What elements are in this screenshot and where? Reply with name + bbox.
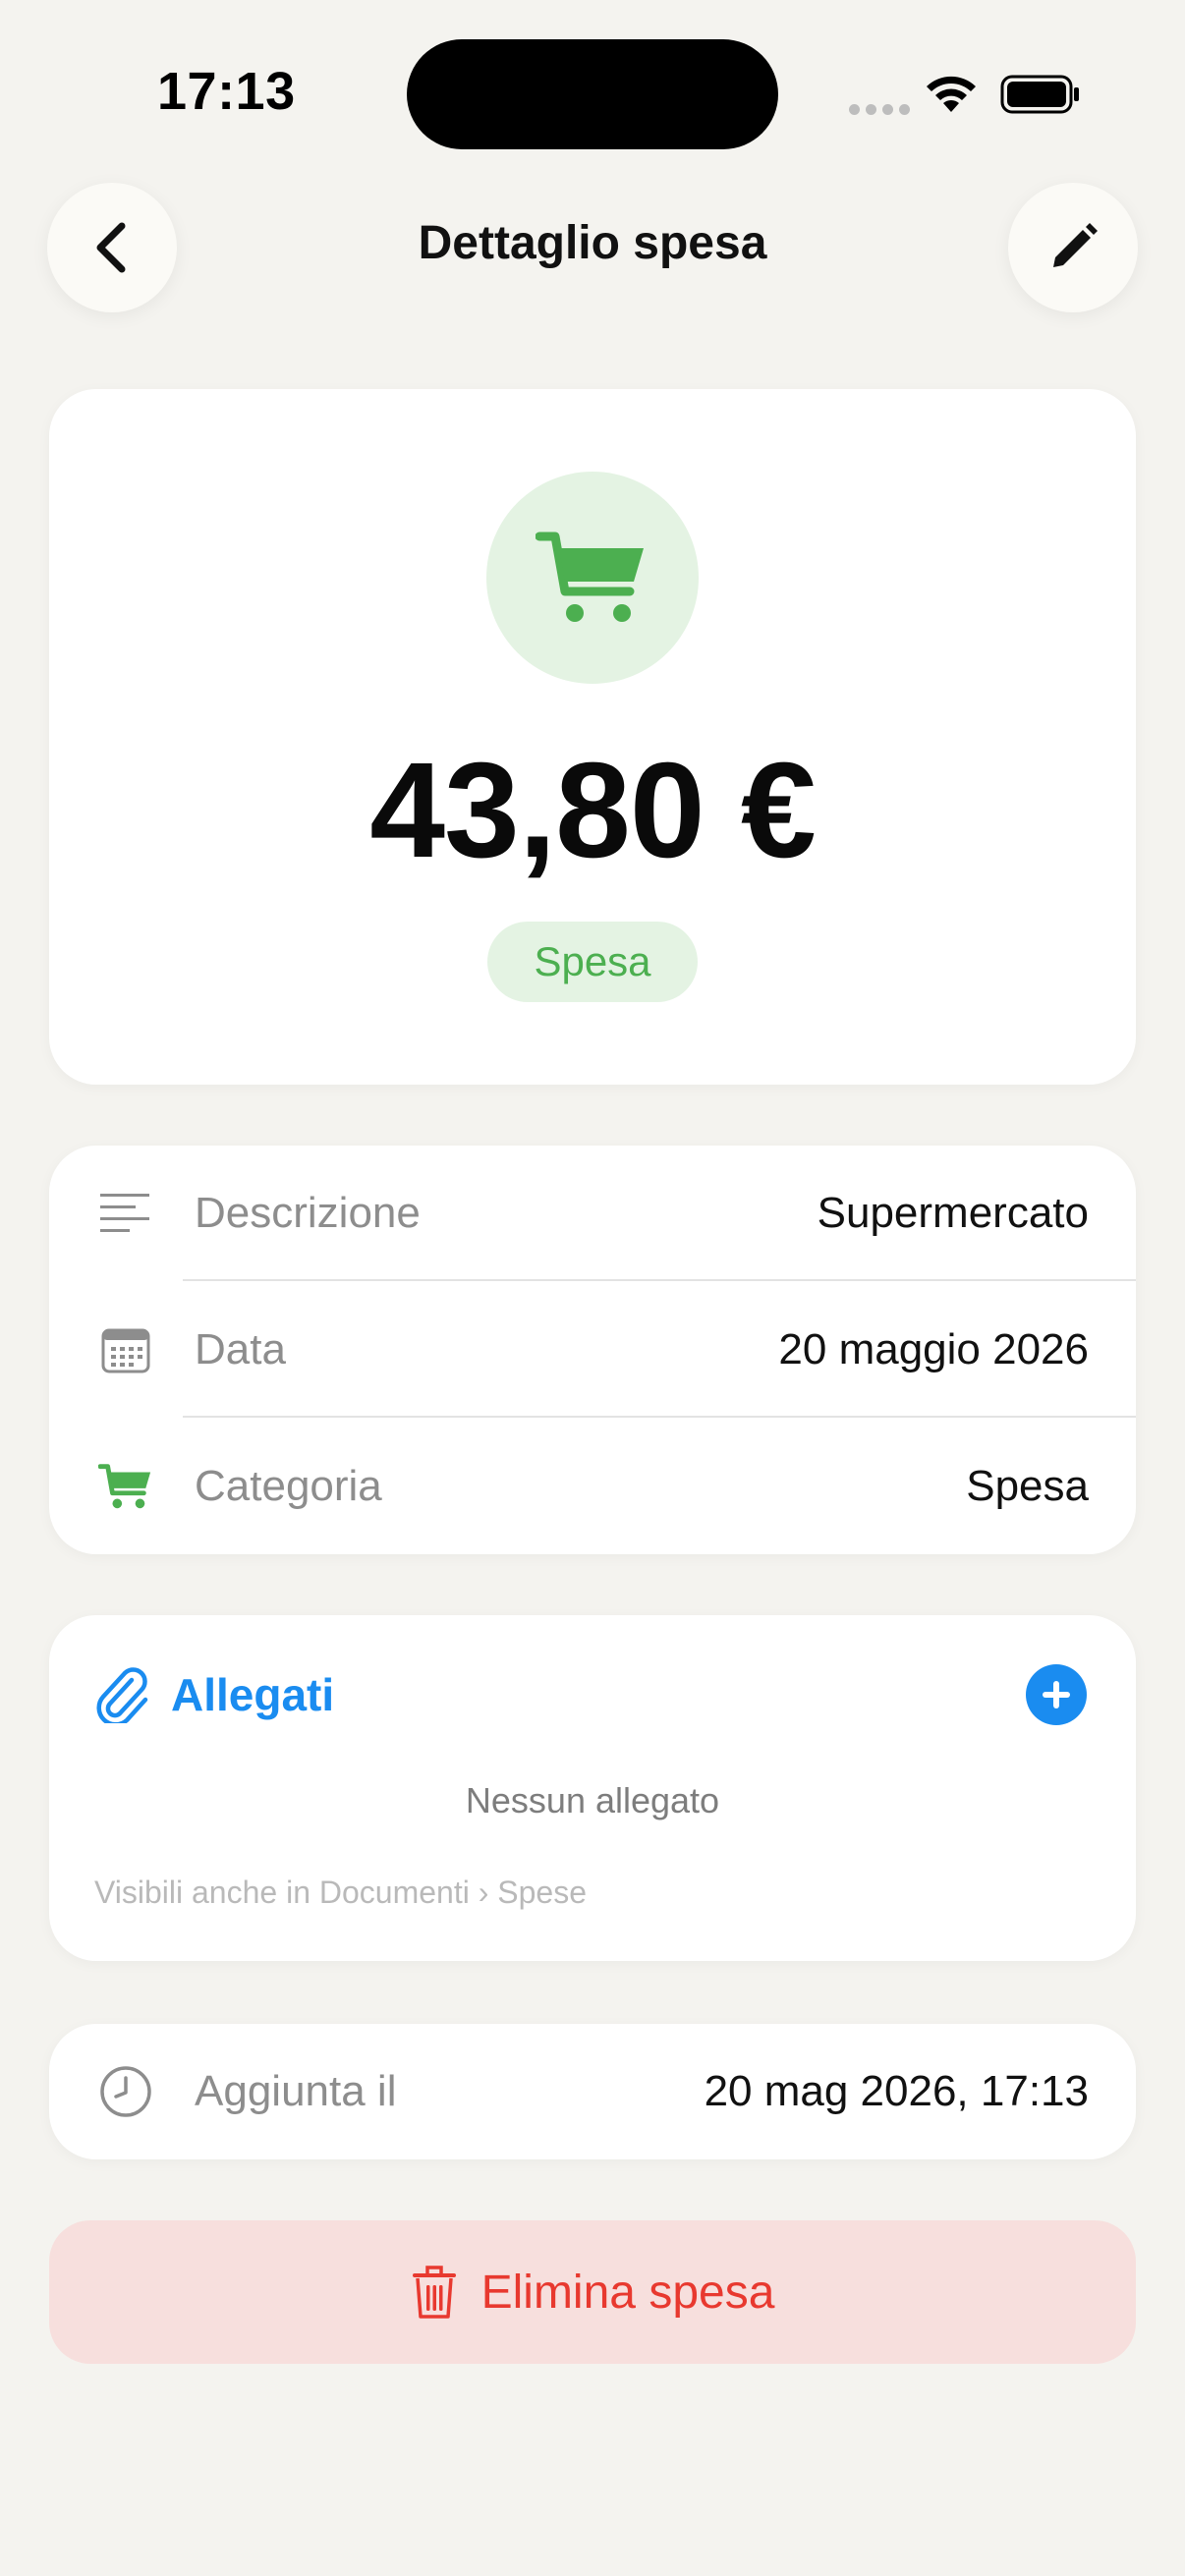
added-on-value: 20 mag 2026, 17:13 (704, 2067, 1089, 2115)
row-divider (183, 1416, 1136, 1418)
status-time: 17:13 (157, 62, 296, 121)
amount-value: 43,80 € (369, 735, 816, 886)
date-value: 20 maggio 2026 (778, 1325, 1089, 1373)
trash-icon (412, 2266, 456, 2319)
category-label: Categoria (195, 1462, 382, 1510)
description-row: Descrizione Supermercato (49, 1146, 1136, 1281)
edit-button[interactable] (1008, 183, 1138, 312)
amount-card: 43,80 € Spesa (49, 389, 1136, 1085)
battery-icon (1000, 75, 1079, 114)
dynamic-island (407, 39, 778, 149)
description-label: Descrizione (195, 1189, 421, 1237)
category-icon-badge (486, 472, 699, 684)
add-attachment-button[interactable] (1026, 1664, 1087, 1725)
details-card: Descrizione Supermercato Data 20 maggio … (49, 1146, 1136, 1554)
added-on-label: Aggiunta il (195, 2067, 397, 2115)
plus-icon (1043, 1681, 1070, 1708)
paperclip-icon (96, 1667, 148, 1723)
pencil-icon (1053, 223, 1098, 267)
delete-expense-button[interactable]: Elimina spesa (49, 2220, 1136, 2364)
category-row: Categoria Spesa (49, 1419, 1136, 1554)
added-on-card: Aggiunta il 20 mag 2026, 17:13 (49, 2024, 1136, 2159)
lines-icon (100, 1194, 149, 1232)
cart-icon (98, 1464, 151, 1509)
attachments-title: Allegati (171, 1669, 335, 1720)
delete-expense-label: Elimina spesa (480, 2266, 775, 2319)
date-row: Data 20 maggio 2026 (49, 1282, 1136, 1418)
description-value: Supermercato (817, 1189, 1089, 1237)
row-divider (183, 1279, 1136, 1281)
wifi-icon (927, 76, 976, 112)
attachments-hint: Visibili anche in Documenti › Spese (94, 1875, 587, 1910)
date-label: Data (195, 1325, 286, 1373)
no-attachments-text: Nessun allegato (465, 1780, 720, 1820)
expense-detail-screen: 17:13 Dettaglio spesa 43,80 € Spesa Desc… (0, 0, 1185, 2576)
calendar-icon (101, 1328, 150, 1373)
clock-icon (100, 2066, 151, 2117)
category-badge: Spesa (487, 922, 698, 1002)
attachments-card: Allegati Nessun allegato Visibili anche … (49, 1615, 1136, 1961)
added-on-row: Aggiunta il 20 mag 2026, 17:13 (49, 2024, 1136, 2159)
cart-icon (536, 532, 644, 622)
cellular-signal-icon (849, 104, 910, 115)
category-value: Spesa (966, 1462, 1089, 1510)
